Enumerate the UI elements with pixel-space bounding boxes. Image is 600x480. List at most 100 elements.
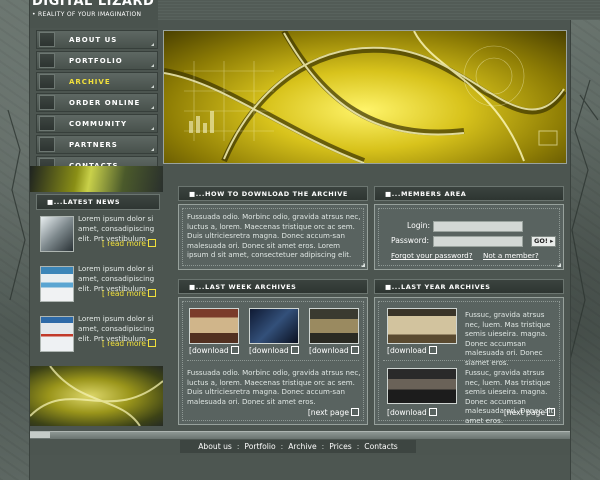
divider	[187, 360, 359, 361]
next-page-link[interactable]: [next page	[308, 408, 359, 417]
corner-arrow-icon	[151, 64, 154, 67]
download-link[interactable]: [download	[309, 346, 359, 355]
members-header: ■...MEMBERS AREA	[374, 186, 564, 201]
next-page-link[interactable]: [next page	[504, 408, 555, 417]
archive-thumbnail[interactable]	[387, 308, 457, 344]
download-box-icon	[350, 346, 359, 354]
separator: :	[280, 442, 284, 451]
arrow-box-icon	[148, 289, 156, 297]
corner-arrow-icon	[151, 43, 154, 46]
archive-thumbnail[interactable]	[189, 308, 239, 344]
banner-artwork	[164, 31, 566, 163]
arrow-box-icon	[148, 339, 156, 347]
download-box-icon	[230, 346, 239, 354]
nav-bullet-icon	[39, 53, 55, 68]
last-year-header: ■...LAST YEAR ARCHIVES	[374, 279, 564, 294]
download-label: [download	[387, 346, 427, 355]
latest-news-header: ■...LATEST NEWS	[36, 194, 160, 210]
decorative-artwork	[30, 366, 163, 426]
last-week-text: Fussuada odio. Morbinc odio, gravida atr…	[187, 368, 361, 406]
read-more-link[interactable]: [ read more	[102, 339, 156, 348]
download-label: [download	[249, 346, 289, 355]
not-member-link[interactable]: Not a member?	[483, 251, 539, 260]
nav-bullet-icon	[39, 32, 55, 47]
top-strip	[158, 0, 600, 20]
how-to-title: ■...HOW TO DOWNLOAD THE ARCHIVE	[189, 190, 348, 198]
news-thumbnail[interactable]	[40, 266, 74, 302]
how-to-header: ■...HOW TO DOWNLOAD THE ARCHIVE	[178, 186, 368, 201]
last-week-title: ■...LAST WEEK ARCHIVES	[189, 283, 297, 291]
latest-news-title: ■...LATEST NEWS	[47, 198, 121, 206]
bottom-band	[30, 455, 570, 480]
password-input[interactable]	[433, 236, 523, 247]
horizontal-scrollbar[interactable]	[30, 431, 570, 439]
news-item: Lorem ipsum dolor si amet, consadipiscin…	[36, 262, 158, 306]
forgot-password-link[interactable]: Forgot your password?	[391, 251, 473, 260]
read-more-label: [ read more	[101, 289, 146, 298]
nav-item-about-us[interactable]: ABOUT US	[36, 30, 158, 49]
go-button-label: GO!	[534, 237, 548, 245]
archive-thumbnail[interactable]	[309, 308, 359, 344]
read-more-link[interactable]: [ read more	[102, 239, 156, 248]
last-year-title: ■...LAST YEAR ARCHIVES	[385, 283, 491, 291]
nav-label: ORDER ONLINE	[69, 98, 141, 107]
nav-item-archive[interactable]: ARCHIVE	[36, 72, 158, 91]
scroll-thumb[interactable]	[30, 432, 50, 438]
download-link[interactable]: [download	[189, 346, 239, 355]
read-more-link[interactable]: [ read more	[102, 289, 156, 298]
footer-nav: About us: Portfolio: Archive: Prices: Co…	[180, 440, 416, 453]
login-input[interactable]	[433, 221, 523, 232]
footer-link-prices[interactable]: Prices	[329, 442, 351, 451]
decorative-swoosh	[30, 166, 163, 192]
separator: :	[356, 442, 360, 451]
download-label: [download	[309, 346, 349, 355]
nav-bullet-icon	[39, 74, 55, 89]
nav-item-order-online[interactable]: ORDER ONLINE	[36, 93, 158, 112]
logo-subtitle: • REALITY OF YOUR IMAGINATION	[32, 11, 142, 18]
arrow-box-icon	[547, 408, 555, 416]
last-year-panel: Fussuc, gravida atrsus nec, luem. Mas tr…	[374, 297, 564, 425]
corner-arrow-icon	[151, 127, 154, 130]
read-more-label: [ read more	[101, 339, 146, 348]
separator: :	[321, 442, 325, 451]
footer-link-archive[interactable]: Archive	[288, 442, 316, 451]
footer-link-about-us[interactable]: About us	[198, 442, 232, 451]
nav-bullet-icon	[39, 137, 55, 152]
separator: :	[236, 442, 240, 451]
password-label: Password:	[391, 236, 430, 245]
download-label: [download	[189, 346, 229, 355]
archive-thumbnail[interactable]	[249, 308, 299, 344]
nav-label: ARCHIVE	[69, 77, 111, 86]
download-link[interactable]: [download	[387, 346, 437, 355]
how-to-text: Fussuada odio. Morbinc odio, gravida atr…	[187, 212, 361, 260]
nav-item-partners[interactable]: PARTNERS	[36, 135, 158, 154]
go-button[interactable]: GO! ▸	[531, 236, 557, 247]
logo[interactable]: DIGITAL LIZARD • REALITY OF YOUR IMAGINA…	[30, 0, 158, 28]
corner-arrow-icon	[151, 148, 154, 151]
archive-thumbnail[interactable]	[387, 368, 457, 404]
news-thumbnail[interactable]	[40, 216, 74, 252]
download-link[interactable]: [download	[249, 346, 299, 355]
footer-link-contacts[interactable]: Contacts	[364, 442, 398, 451]
main-nav: ABOUT US PORTFOLIO ARCHIVE ORDER ONLINE …	[36, 30, 158, 177]
logo-title: DIGITAL LIZARD	[32, 0, 155, 9]
how-to-panel: Fussuada odio. Morbinc odio, gravida atr…	[178, 204, 368, 270]
nav-label: COMMUNITY	[69, 119, 128, 128]
corner-arrow-icon	[151, 106, 154, 109]
decorative-image	[30, 366, 163, 426]
members-panel: Login: Password: GO! ▸ Forgot your passw…	[374, 204, 564, 270]
next-page-label: [next page	[307, 408, 349, 417]
arrow-box-icon	[351, 408, 359, 416]
download-link[interactable]: [download	[387, 408, 437, 417]
nav-item-portfolio[interactable]: PORTFOLIO	[36, 51, 158, 70]
read-more-label: [ read more	[101, 239, 146, 248]
divider	[383, 360, 555, 361]
members-title: ■...MEMBERS AREA	[385, 190, 467, 198]
login-label: Login:	[407, 221, 431, 230]
news-thumbnail[interactable]	[40, 316, 74, 352]
nav-label: ABOUT US	[69, 35, 118, 44]
nav-item-community[interactable]: COMMUNITY	[36, 114, 158, 133]
footer-link-portfolio[interactable]: Portfolio	[244, 442, 275, 451]
news-item: Lorem ipsum dolor si amet, consadipiscin…	[36, 212, 158, 256]
header-banner	[163, 30, 567, 164]
